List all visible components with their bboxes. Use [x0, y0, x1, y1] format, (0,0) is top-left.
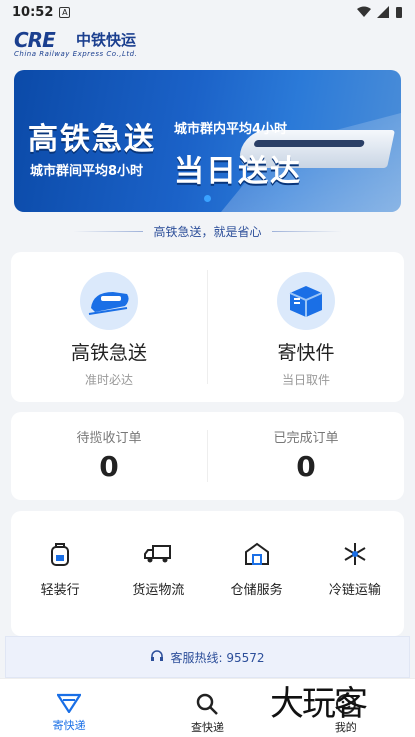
send-arrow-icon — [57, 693, 82, 713]
watermark: 大玩客 — [270, 684, 368, 724]
logo-en: China Railway Express Co.,Ltd. — [14, 50, 138, 58]
status-bar: 10:52 A — [0, 0, 415, 24]
logo-cn: 中铁快运 — [76, 31, 137, 49]
tool-label: 货运物流 — [132, 583, 185, 598]
service-send-parcel[interactable]: 寄快件 当日取件 — [208, 252, 404, 402]
tab-label: 查快递 — [190, 721, 224, 734]
wifi-icon — [357, 6, 371, 17]
hotline-text: 客服热线: 95572 — [170, 650, 265, 665]
tools-card: 轻装行 货运物流 仓储服务 冷链运输 — [11, 511, 404, 636]
tool-freight[interactable]: 货运物流 — [109, 539, 207, 636]
tool-light-travel[interactable]: 轻装行 — [11, 539, 109, 636]
pending-orders[interactable]: 待揽收订单 0 — [11, 412, 207, 500]
tool-label: 轻装行 — [40, 583, 80, 598]
slogan: 高铁急送，就是省心 — [0, 222, 415, 240]
service-title: 寄快件 — [277, 342, 335, 364]
train-icon — [80, 272, 138, 330]
tool-cold-chain[interactable]: 冷链运输 — [306, 539, 404, 636]
tab-send[interactable]: 寄快递 — [0, 679, 138, 737]
package-icon — [277, 272, 335, 330]
divider-left — [73, 230, 144, 232]
tool-label: 仓储服务 — [230, 583, 283, 598]
tool-warehouse[interactable]: 仓储服务 — [208, 539, 306, 636]
search-icon — [197, 693, 219, 715]
tab-label: 寄快递 — [52, 719, 86, 732]
notification-icon: A — [59, 6, 71, 18]
banner-tag-bottom: 城市群间平均8小时 — [30, 164, 144, 179]
snowflake-icon — [340, 539, 370, 569]
slogan-text: 高铁急送，就是省心 — [153, 224, 262, 239]
carousel-indicator[interactable] — [204, 195, 211, 202]
promo-banner[interactable]: 高铁急送 城市群内平均4小时 城市群间平均8小时 当日送达 — [14, 70, 401, 212]
order-count: 0 — [99, 450, 119, 483]
service-express-rail[interactable]: 高铁急送 准时必达 — [11, 252, 207, 402]
completed-orders[interactable]: 已完成订单 0 — [208, 412, 404, 500]
order-count: 0 — [296, 450, 316, 483]
status-icons — [357, 6, 403, 19]
banner-headline-2: 当日送达 — [174, 154, 302, 189]
service-subtitle: 准时必达 — [84, 373, 133, 387]
service-subtitle: 当日取件 — [281, 373, 330, 387]
cre-logo: CRE 中铁快运 China Railway Express Co.,Ltd. — [14, 28, 174, 62]
headset-icon — [151, 650, 164, 661]
signal-icon — [377, 6, 389, 18]
customer-hotline[interactable]: 客服热线: 95572 — [5, 636, 410, 678]
truck-icon — [143, 539, 173, 569]
divider-right — [271, 230, 342, 232]
services-card: 高铁急送 准时必达 寄快件 当日取件 — [11, 252, 404, 402]
backpack-icon — [45, 539, 75, 569]
battery-icon — [396, 6, 402, 18]
order-label: 已完成订单 — [273, 431, 339, 446]
order-label: 待揽收订单 — [76, 431, 142, 446]
tool-label: 冷链运输 — [328, 583, 381, 598]
service-title: 高铁急送 — [70, 342, 147, 364]
logo-mark: CRE — [14, 28, 56, 52]
banner-headline-1: 高铁急送 — [28, 122, 156, 157]
warehouse-icon — [242, 539, 272, 569]
status-time: 10:52 — [12, 4, 54, 20]
banner-tag-top: 城市群内平均4小时 — [174, 122, 288, 137]
orders-card: 待揽收订单 0 已完成订单 0 — [11, 412, 404, 500]
tab-track[interactable]: 查快递 — [138, 679, 276, 737]
